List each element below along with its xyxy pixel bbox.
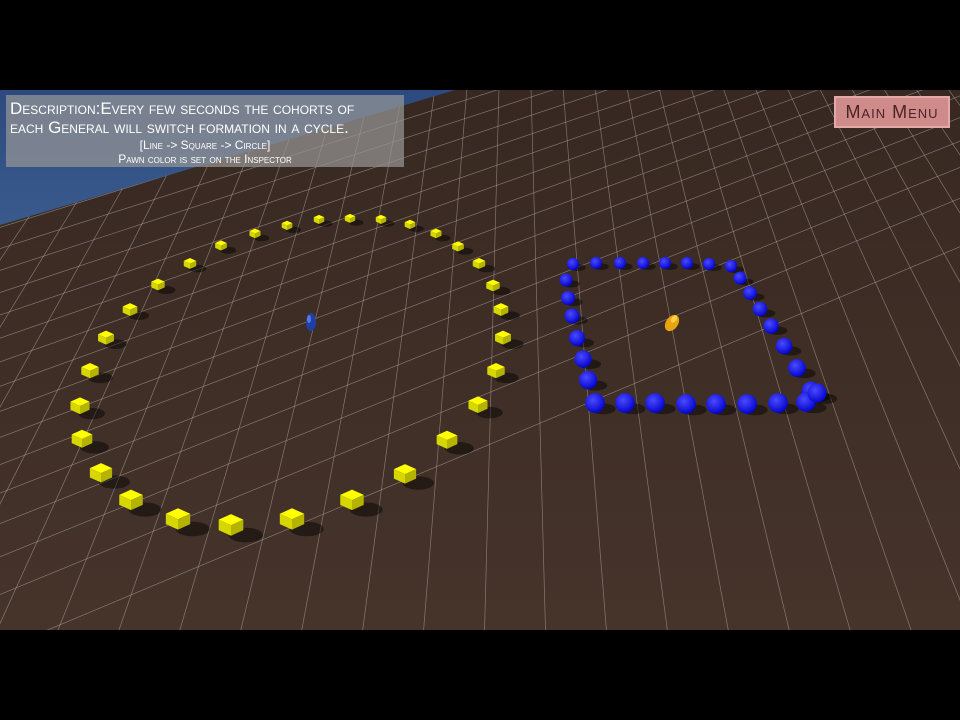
main-menu-button[interactable]: Main Menu bbox=[834, 96, 950, 128]
blue-pawn bbox=[636, 256, 650, 270]
blue-pawn bbox=[743, 286, 757, 300]
blue-pawn bbox=[559, 273, 573, 287]
blue-pawn bbox=[768, 393, 788, 413]
description-line-2: each General will switch formation in a … bbox=[10, 118, 349, 137]
blue-pawn bbox=[560, 290, 576, 306]
description-line-1: Description:Every few seconds the cohort… bbox=[6, 99, 404, 118]
pawn-color-note: Pawn color is set on the Inspector bbox=[118, 152, 292, 166]
formation-cycle-text: [Line -> Square -> Circle] bbox=[139, 138, 271, 152]
description-text: Every few seconds the cohorts of bbox=[100, 99, 355, 118]
blue-pawn bbox=[788, 359, 806, 377]
description-panel: Description:Every few seconds the cohort… bbox=[6, 95, 404, 167]
blue-pawn bbox=[702, 257, 716, 271]
blue-pawn bbox=[613, 256, 627, 270]
blue-pawn bbox=[615, 393, 635, 413]
blue-pawn bbox=[763, 318, 779, 334]
blue-pawn bbox=[574, 350, 592, 368]
game-viewport: Description:Every few seconds the cohort… bbox=[0, 90, 960, 630]
blue-pawn bbox=[733, 271, 747, 285]
blue-pawn bbox=[724, 259, 738, 273]
blue-pawn bbox=[645, 393, 665, 413]
blue-pawn bbox=[566, 257, 580, 271]
blue-pawn bbox=[752, 301, 768, 317]
blue-pawn bbox=[680, 256, 694, 270]
blue-general bbox=[306, 313, 316, 331]
blue-pawn bbox=[585, 393, 605, 413]
blue-pawn bbox=[658, 256, 672, 270]
game-scene bbox=[0, 90, 960, 630]
blue-pawn bbox=[706, 394, 726, 414]
blue-pawn bbox=[589, 256, 603, 270]
blue-pawn bbox=[775, 337, 793, 355]
blue-pawn bbox=[578, 370, 598, 390]
blue-pawn bbox=[568, 329, 586, 347]
description-label: Description: bbox=[10, 99, 101, 118]
blue-pawn bbox=[737, 394, 757, 414]
blue-pawn bbox=[807, 383, 827, 403]
blue-pawn bbox=[564, 308, 580, 324]
blue-pawn bbox=[676, 394, 696, 414]
